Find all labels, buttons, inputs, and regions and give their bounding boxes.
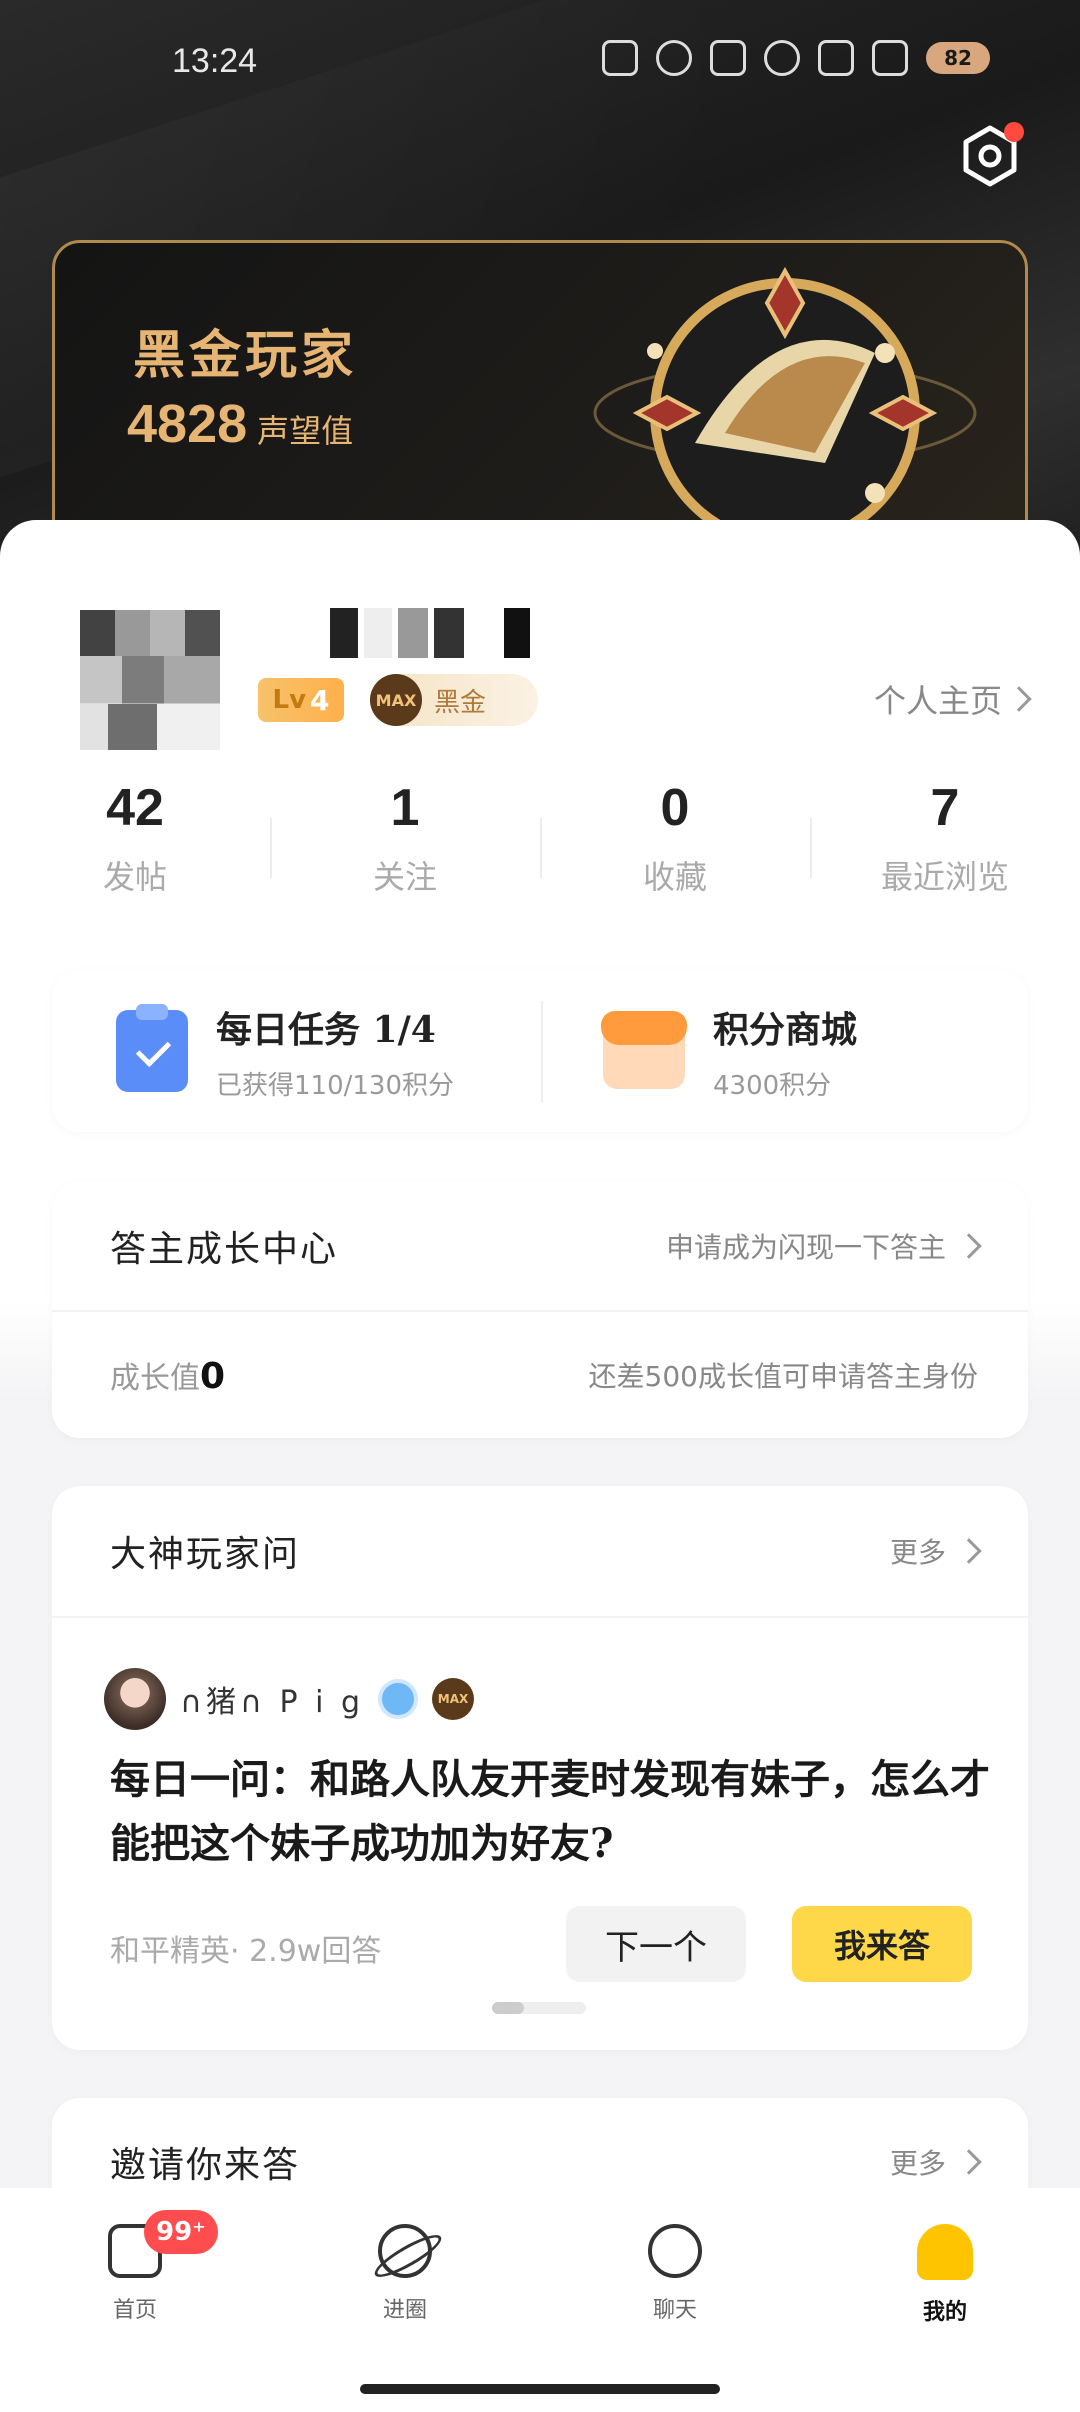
invite-more[interactable]: 更多	[889, 2142, 982, 2182]
player-tier-title: 黑金玩家	[133, 325, 358, 386]
signal-4g-icon	[818, 40, 854, 76]
growth-apply-link[interactable]: 申请成为闪现一下答主	[665, 1226, 982, 1266]
chevron-right-icon	[956, 2149, 982, 2175]
chevron-right-icon	[956, 1538, 982, 1564]
points-store[interactable]: 积分商城 4300积分	[541, 1000, 1028, 1102]
level-prefix: Lv	[272, 685, 307, 715]
avatar[interactable]	[80, 610, 220, 750]
stat-posts[interactable]: 42 发帖	[0, 778, 270, 898]
growth-title: 答主成长中心	[110, 1229, 339, 1270]
stats-row: 42 发帖 1 关注 0 收藏 7 最近浏览	[0, 778, 1080, 898]
settings-notification-dot	[1004, 122, 1024, 142]
expert-question-card: 大神玩家问 更多 ∩猪∩ P i g MAX 每日一问：和路人队友开麦时发现有妹…	[52, 1486, 1028, 2050]
growth-header[interactable]: 答主成长中心 申请成为闪现一下答主	[52, 1182, 1028, 1310]
stat-value: 7	[930, 779, 960, 837]
growth-value: 成长值0	[110, 1353, 225, 1397]
growth-value-label: 成长值	[110, 1361, 200, 1396]
daily-tasks-title: 每日任务 1/4	[216, 1008, 436, 1051]
nav-chat[interactable]: 聊天	[540, 2188, 810, 2412]
shop-icon	[601, 1011, 687, 1089]
signal-4g-icon-2	[872, 40, 908, 76]
planet-icon	[378, 2224, 432, 2278]
answer-button[interactable]: 我来答	[792, 1906, 972, 1982]
level-number: 4	[310, 683, 330, 717]
alarm-icon	[656, 40, 692, 76]
battery-indicator: 82	[926, 42, 990, 74]
daily-tasks-subtitle: 已获得110/130积分	[216, 1070, 455, 1101]
chevron-right-icon	[1006, 686, 1032, 712]
camera-status-icon	[764, 40, 800, 76]
nav-mine[interactable]: 我的	[810, 2188, 1080, 2412]
next-question-button[interactable]: 下一个	[566, 1906, 746, 1982]
status-time: 13:24	[172, 42, 258, 80]
homepage-link[interactable]: 个人主页	[873, 676, 1032, 722]
verified-badge-icon	[378, 1679, 418, 1719]
growth-value-row: 成长值0 还差500成长值可申请答主身份	[52, 1310, 1028, 1438]
level-badge: Lv 4	[258, 678, 344, 722]
nav-home[interactable]: 首页 99⁺	[0, 2188, 270, 2412]
bottom-navigation: 首页 99⁺ 进圈 聊天 我的	[0, 2188, 1080, 2412]
expert-question-header: 大神玩家问 更多	[52, 1486, 1028, 1618]
status-icons: 82	[602, 40, 990, 76]
tier-badge[interactable]: MAX 黑金	[370, 674, 538, 726]
homepage-link-label: 个人主页	[873, 682, 1002, 720]
growth-value-number: 0	[200, 1356, 226, 1397]
nav-circle[interactable]: 进圈	[270, 2188, 540, 2412]
stat-value: 0	[660, 779, 690, 837]
expert-question-more[interactable]: 更多	[889, 1531, 982, 1571]
chevron-right-icon	[956, 1233, 982, 1259]
nav-label: 聊天	[652, 2298, 697, 2323]
pet-icon	[710, 40, 746, 76]
reputation: 4828 声望值	[127, 393, 353, 455]
stat-favorites[interactable]: 0 收藏	[540, 778, 810, 898]
growth-hint: 还差500成长值可申请答主身份	[588, 1360, 978, 1393]
tasks-card: 每日任务 1/4 已获得110/130积分 积分商城 4300积分	[52, 970, 1028, 1132]
growth-apply-label: 申请成为闪现一下答主	[665, 1231, 946, 1264]
points-store-title: 积分商城	[713, 1008, 858, 1051]
max-badge-icon: MAX	[370, 674, 422, 726]
status-bar: 13:24 82	[0, 30, 1080, 100]
nav-label: 首页	[112, 2298, 157, 2323]
nfc-icon	[602, 40, 638, 76]
stat-value: 1	[390, 779, 420, 837]
reputation-unit: 声望值	[257, 412, 354, 450]
chat-bubble-icon	[648, 2224, 702, 2278]
stat-following[interactable]: 1 关注	[270, 778, 540, 898]
question-author[interactable]: ∩猪∩ P i g MAX	[104, 1668, 474, 1730]
stat-recent[interactable]: 7 最近浏览	[810, 778, 1080, 898]
invite-title: 邀请你来答	[110, 2145, 301, 2186]
author-name: ∩猪∩ P i g	[180, 1685, 364, 1720]
question-text[interactable]: 每日一问：和路人队友开麦时发现有妹子，怎么才能把这个妹子成功加为好友?	[110, 1748, 990, 1876]
author-avatar	[104, 1668, 166, 1730]
stat-label: 最近浏览	[880, 858, 1009, 896]
stat-label: 发帖	[102, 858, 167, 896]
nav-label: 进圈	[382, 2298, 427, 2323]
nav-label: 我的	[922, 2299, 967, 2325]
reputation-value: 4828	[127, 394, 248, 454]
more-label: 更多	[889, 1536, 946, 1569]
profile-sheet: Lv 4 MAX 黑金 个人主页 42 发帖 1 关注 0 收藏 7 最近浏览	[0, 520, 1080, 2412]
stat-value: 42	[106, 779, 164, 837]
stat-label: 关注	[372, 858, 437, 896]
points-store-subtitle: 4300积分	[713, 1070, 832, 1101]
carousel-pager	[492, 2002, 586, 2014]
daily-tasks[interactable]: 每日任务 1/4 已获得110/130积分	[52, 1001, 541, 1102]
question-meta: 和平精英· 2.9w回答	[110, 1934, 382, 1969]
home-indicator[interactable]	[360, 2384, 720, 2394]
notification-badge: 99⁺	[144, 2210, 218, 2254]
mine-duck-icon	[917, 2224, 973, 2280]
max-badge-icon: MAX	[432, 1678, 474, 1720]
clipboard-check-icon	[116, 1004, 188, 1092]
username-blurred	[330, 608, 530, 668]
answerer-growth-card: 答主成长中心 申请成为闪现一下答主 成长值0 还差500成长值可申请答主身份	[52, 1182, 1028, 1438]
more-label: 更多	[889, 2147, 946, 2180]
stat-label: 收藏	[642, 858, 707, 896]
tier-badge-label: 黑金	[434, 687, 487, 718]
expert-question-title: 大神玩家问	[110, 1534, 301, 1575]
settings-button[interactable]	[956, 122, 1024, 190]
black-gold-emblem-icon	[593, 266, 977, 548]
